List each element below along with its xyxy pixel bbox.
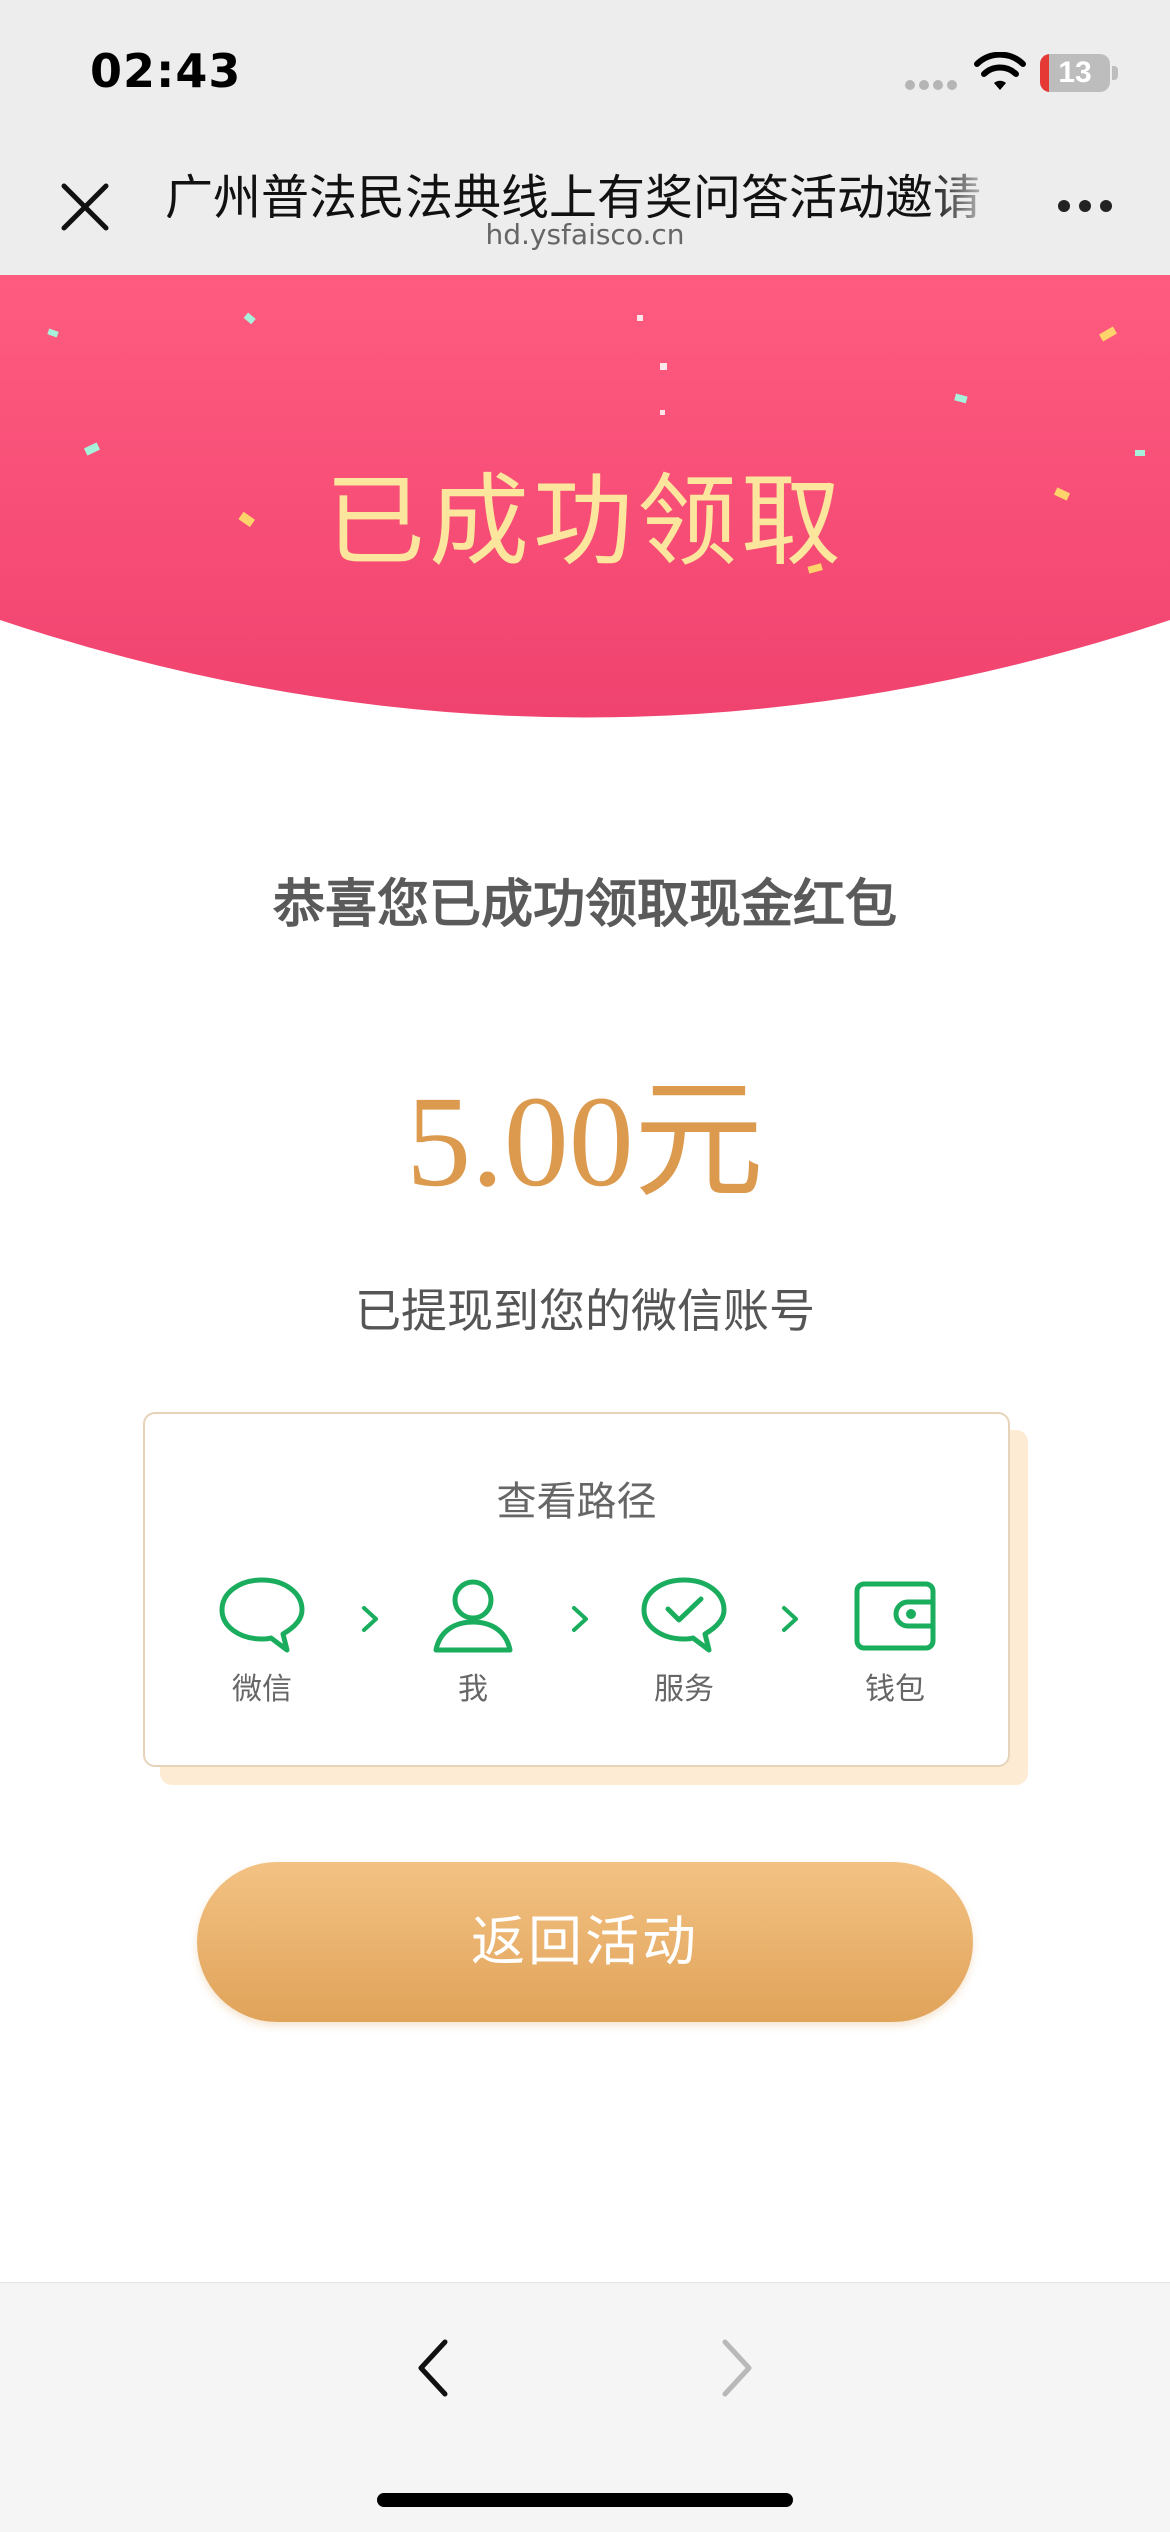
nav-bar: 广州普法民法典线上有奖问答活动邀请 hd.ysfaisco.cn bbox=[0, 140, 1170, 275]
cellular-signal-icon bbox=[905, 80, 959, 92]
status-bar: 02:43 13 bbox=[0, 0, 1170, 140]
path-step-wechat: 微信 bbox=[197, 1574, 327, 1708]
status-time: 02:43 bbox=[90, 44, 242, 98]
battery-level: 13 bbox=[1058, 56, 1092, 89]
chevron-right-icon bbox=[362, 1606, 378, 1632]
reward-amount: 5.00元 bbox=[406, 1070, 764, 1214]
service-check-icon bbox=[641, 1577, 727, 1653]
more-icon[interactable] bbox=[1050, 180, 1120, 230]
wechat-chat-icon bbox=[219, 1577, 305, 1653]
forward-arrow-icon[interactable] bbox=[705, 2328, 765, 2408]
battery-tip bbox=[1112, 66, 1118, 80]
path-step-label: 钱包 bbox=[865, 1672, 925, 1707]
path-step-wallet: 钱包 bbox=[830, 1574, 960, 1708]
path-step-service: 服务 bbox=[619, 1574, 749, 1708]
withdrawn-message: 已提现到您的微信账号 bbox=[355, 1284, 815, 1338]
page-title: 广州普法民法典线上有奖问答活动邀请 bbox=[165, 170, 982, 218]
path-step-label: 服务 bbox=[654, 1672, 714, 1707]
path-card: 查看路径 微信 我 服务 钱包 bbox=[143, 1412, 1010, 1767]
path-step-label: 我 bbox=[458, 1672, 488, 1707]
path-step-me: 我 bbox=[408, 1574, 538, 1708]
battery-icon: 13 bbox=[1040, 54, 1110, 92]
chevron-right-icon bbox=[572, 1606, 588, 1632]
page-url: hd.ysfaisco.cn bbox=[485, 218, 685, 251]
user-icon bbox=[433, 1579, 513, 1653]
wallet-icon bbox=[854, 1581, 936, 1651]
path-step-label: 微信 bbox=[232, 1672, 292, 1707]
browser-toolbar bbox=[0, 2282, 1170, 2532]
banner-title: 已成功领取 bbox=[325, 463, 845, 580]
return-to-activity-button[interactable]: 返回活动 bbox=[197, 1862, 973, 2022]
wifi-icon bbox=[974, 52, 1026, 90]
title-fade bbox=[930, 158, 1000, 218]
congrats-message: 恭喜您已成功领取现金红包 bbox=[272, 875, 897, 935]
home-indicator bbox=[377, 2493, 793, 2507]
path-title: 查看路径 bbox=[496, 1479, 657, 1525]
chevron-right-icon bbox=[782, 1606, 798, 1632]
back-arrow-icon[interactable] bbox=[405, 2328, 465, 2408]
success-banner: 已成功领取 bbox=[0, 275, 1170, 735]
